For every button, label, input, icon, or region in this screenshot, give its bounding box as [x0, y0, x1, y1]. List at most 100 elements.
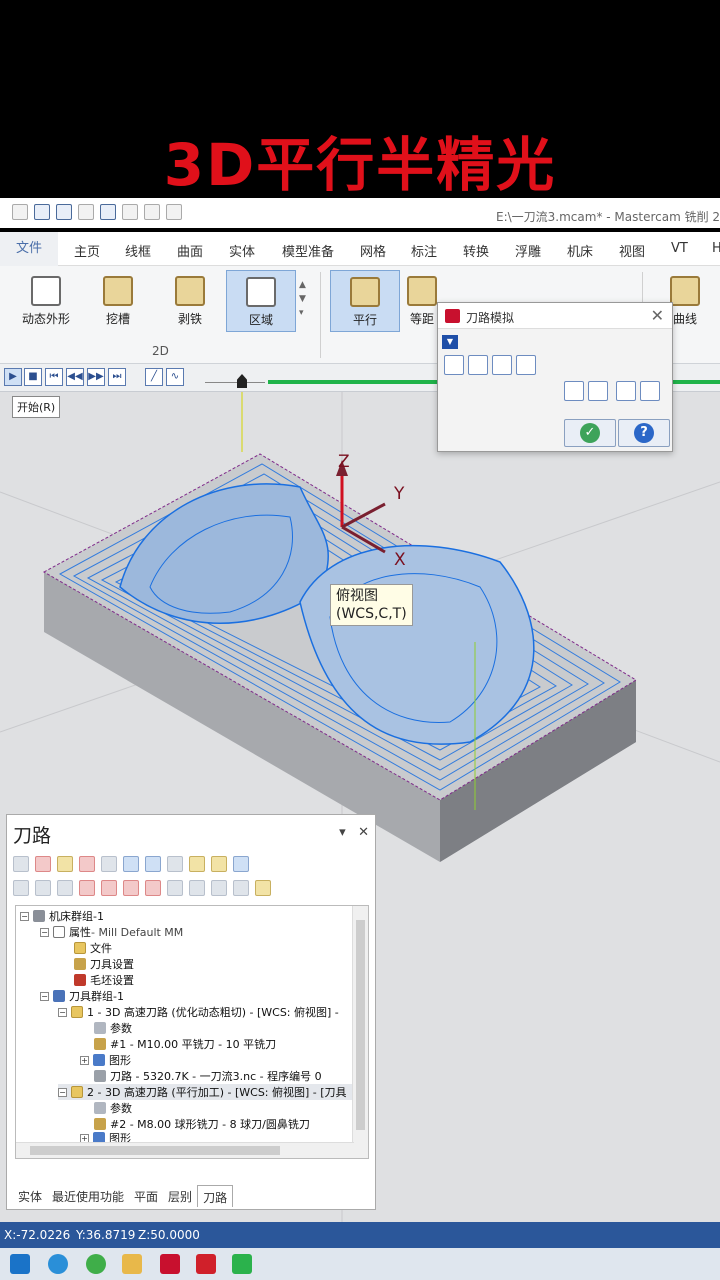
regenerate-dirty-icon[interactable]	[79, 856, 95, 872]
menu-surface[interactable]: 曲面	[177, 241, 203, 260]
tool-color-icon[interactable]	[564, 355, 584, 375]
copy-icon[interactable]	[189, 880, 205, 896]
camera-icon[interactable]	[616, 381, 636, 401]
collapse-icon[interactable]: −	[40, 927, 49, 937]
expand-chevron-icon[interactable]: ▼	[442, 335, 458, 349]
print-icon[interactable]	[78, 204, 94, 220]
toggle-post-icon[interactable]	[57, 880, 73, 896]
post-icon[interactable]	[189, 856, 205, 872]
simulate-icon[interactable]	[145, 856, 161, 872]
menu-vt[interactable]: VT	[671, 241, 688, 256]
toolpath-tree[interactable]: − 机床群组-1 − 属性 - Mill Default MM 文件 刀具设置 毛坯…	[15, 905, 369, 1159]
tool-icon[interactable]	[468, 355, 488, 375]
tab-planes[interactable]: 平面	[129, 1185, 163, 1207]
open-folder-icon[interactable]	[56, 204, 72, 220]
highlight-icon[interactable]	[167, 880, 183, 896]
tree-node-tool-settings[interactable]: 刀具设置	[74, 956, 134, 972]
menu-dimension[interactable]: 标注	[411, 241, 437, 260]
collapse-icon[interactable]: −	[40, 991, 49, 1001]
save-icon[interactable]	[34, 204, 50, 220]
menu-file[interactable]: 文件	[0, 232, 58, 266]
help-icon-panel[interactable]	[233, 856, 249, 872]
area-button[interactable]: 区域	[226, 270, 296, 332]
high-speed-icon[interactable]	[211, 856, 227, 872]
scroll-thumb[interactable]	[30, 1146, 280, 1155]
ie-browser-icon[interactable]	[48, 1254, 68, 1274]
run-mode-icon[interactable]: ∿	[166, 368, 184, 386]
scallop-button[interactable]: 等距	[404, 270, 440, 332]
tab-toolpaths[interactable]: 刀路	[197, 1185, 234, 1207]
info-icon[interactable]	[588, 355, 608, 375]
menu-view[interactable]: 视图	[619, 241, 645, 260]
tree-horizontal-scrollbar[interactable]	[16, 1142, 354, 1158]
save-icon-dialog[interactable]	[640, 381, 660, 401]
redo-icon[interactable]	[166, 204, 182, 220]
select-all-icon[interactable]	[13, 856, 29, 872]
holder-icon[interactable]	[492, 355, 512, 375]
scroll-arrow-icon[interactable]	[145, 880, 161, 896]
tab-solids[interactable]: 实体	[13, 1185, 47, 1207]
to-end-button[interactable]: ⏭	[108, 368, 126, 386]
tree-node-machine-group[interactable]: − 机床群组-1	[20, 908, 104, 924]
tree-node-toolpath-group[interactable]: − 刀具群组-1	[40, 988, 124, 1004]
edge-browser-icon[interactable]	[86, 1254, 106, 1274]
trace-mode-icon[interactable]: ╱	[145, 368, 163, 386]
help-button[interactable]: ?	[618, 419, 670, 447]
collapse-icon[interactable]: −	[58, 1087, 67, 1097]
pocket-button[interactable]: 挖槽	[83, 270, 153, 332]
menu-mesh[interactable]: 网格	[360, 241, 386, 260]
verify-icon[interactable]	[123, 856, 139, 872]
ribbon-gallery-arrows[interactable]: ▲ ▼ ▾	[299, 278, 306, 320]
tab-levels[interactable]: 层别	[163, 1185, 197, 1207]
menu-wireframe[interactable]: 线框	[125, 241, 151, 260]
undo-icon[interactable]	[144, 204, 160, 220]
tree-node-geometry[interactable]: + 图形	[80, 1052, 131, 1068]
regenerate-icon[interactable]	[57, 856, 73, 872]
menu-machine[interactable]: 机床	[567, 241, 593, 260]
recorder-icon[interactable]	[196, 1254, 216, 1274]
tree-node-tool-2[interactable]: #2 - M8.00 球形铣刀 - 8 球刀/圆鼻铣刀	[94, 1116, 310, 1132]
new-file-icon[interactable]	[12, 204, 28, 220]
menu-transform[interactable]: 转换	[463, 241, 489, 260]
lock-icon[interactable]	[13, 880, 29, 896]
stop-button[interactable]: ■	[24, 368, 42, 386]
tree-node-parameters-2[interactable]: 参数	[94, 1100, 132, 1116]
step-display-icon[interactable]	[564, 381, 584, 401]
tool-holder-icon[interactable]	[516, 355, 536, 375]
move-down-icon[interactable]	[79, 880, 95, 896]
save-as-icon[interactable]	[100, 204, 116, 220]
tree-node-files[interactable]: 文件	[74, 940, 112, 956]
ok-button[interactable]: ✓	[564, 419, 616, 447]
misc-icon[interactable]	[255, 880, 271, 896]
tree-vertical-scrollbar[interactable]	[352, 906, 368, 1158]
expand-icon[interactable]: +	[80, 1055, 89, 1065]
g1-icon[interactable]	[167, 856, 183, 872]
tree-node-op-1[interactable]: − 1 - 3D 高速刀路 (优化动态粗切) - [WCS: 俯视图] -	[58, 1004, 339, 1020]
step-back-button[interactable]: ◀◀	[66, 368, 84, 386]
cycle-icon[interactable]	[444, 355, 464, 375]
close-icon[interactable]: ✕	[651, 306, 664, 325]
dynamic-contour-button[interactable]: 动态外形	[11, 270, 81, 332]
wechat-icon[interactable]	[232, 1254, 252, 1274]
tree-node-properties[interactable]: − 属性 - Mill Default MM	[40, 924, 183, 940]
collapse-icon[interactable]: −	[20, 911, 29, 921]
backplot-icon[interactable]	[101, 856, 117, 872]
toggle-display-icon[interactable]	[35, 880, 51, 896]
tree-node-tool-1[interactable]: #1 - M10.00 平铣刀 - 10 平铣刀	[94, 1036, 276, 1052]
step-display-2-icon[interactable]	[588, 381, 608, 401]
panel-close-icon[interactable]: ✕	[358, 825, 369, 840]
windows-start-icon[interactable]	[10, 1254, 30, 1274]
mastercam-taskbar-icon[interactable]	[160, 1254, 180, 1274]
tree-node-stock-setup[interactable]: 毛坯设置	[74, 972, 134, 988]
insert-arrow-icon[interactable]	[123, 880, 139, 896]
scroll-thumb[interactable]	[356, 920, 365, 1130]
speed-slider-thumb[interactable]	[237, 374, 247, 388]
play-button[interactable]: ▶	[4, 368, 22, 386]
quick-verify-icon[interactable]	[540, 355, 560, 375]
file-explorer-icon[interactable]	[122, 1254, 142, 1274]
display-options-icon[interactable]	[211, 880, 227, 896]
tree-node-toolpath-file[interactable]: 刀路 - 5320.7K - 一刀流3.nc - 程序编号 0	[94, 1068, 322, 1084]
tree-node-op-2[interactable]: − 2 - 3D 高速刀路 (平行加工) - [WCS: 俯视图] - [刀具	[58, 1084, 358, 1100]
filter-icon[interactable]	[233, 880, 249, 896]
tree-node-parameters[interactable]: 参数	[94, 1020, 132, 1036]
